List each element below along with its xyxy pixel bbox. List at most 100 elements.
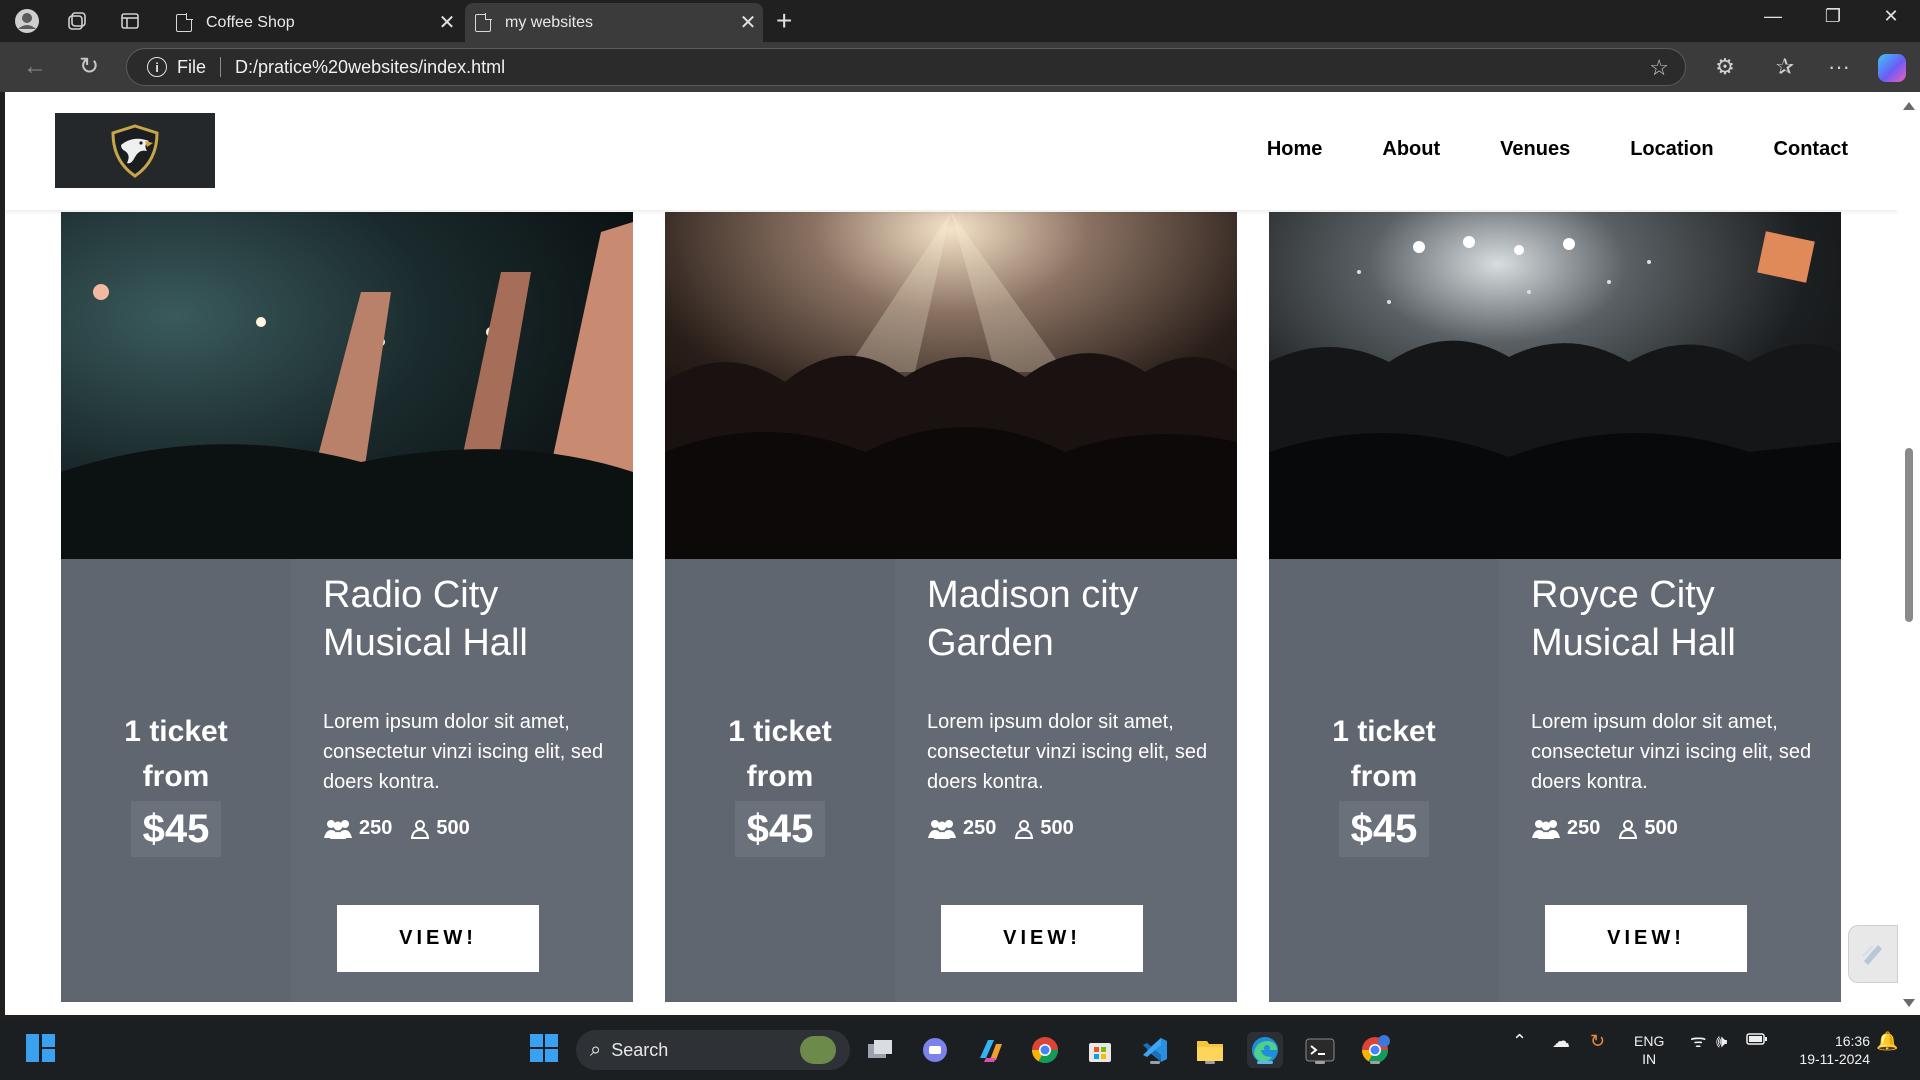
venue-title: Radio City Musical Hall <box>323 571 613 667</box>
close-tab-icon[interactable]: ✕ <box>432 10 462 35</box>
page-viewport: Home About Venues Location Contact 1 tic… <box>5 92 1898 1015</box>
teams-chat-icon[interactable] <box>917 1032 953 1068</box>
restore-icon[interactable]: ❐ <box>1818 6 1848 27</box>
ticket-price: $45 <box>130 801 222 857</box>
url-text[interactable]: D:/pratice%20websites/index.html <box>235 57 505 78</box>
running-indicator <box>1370 1061 1380 1064</box>
sync-icon[interactable]: ↻ <box>1590 1032 1605 1050</box>
venue-title-line1: Madison city <box>927 574 1139 616</box>
tab-my-websites[interactable]: my websites ✕ <box>465 3 763 42</box>
ticket-panel: 1 ticket from $45 <box>1269 559 1499 1002</box>
venue-description: Lorem ipsum dolor sit amet, consectetur … <box>323 711 604 793</box>
scroll-down-arrow-icon[interactable] <box>1903 999 1915 1007</box>
venue-stats: 250 500 <box>927 817 1217 840</box>
more-menu-icon[interactable]: ··· <box>1824 52 1854 82</box>
tab-label: my websites <box>505 13 594 31</box>
battery-icon[interactable] <box>1746 1032 1768 1050</box>
edge-icon[interactable] <box>1247 1032 1283 1068</box>
site-logo[interactable] <box>55 113 215 188</box>
view-button[interactable]: VIEW! <box>941 905 1143 972</box>
extensions-icon[interactable]: ⚙ <box>1710 52 1740 82</box>
wifi-icon[interactable]: ᯤ <box>1690 1032 1706 1050</box>
ticket-line: 1 ticket <box>728 715 832 748</box>
scheme-label: File <box>177 56 207 77</box>
floating-helper-icon[interactable] <box>1848 925 1898 983</box>
nav-contact[interactable]: Contact <box>1774 138 1848 161</box>
new-tab-icon[interactable]: + <box>776 7 792 35</box>
venue-title-line1: Radio City <box>323 574 499 616</box>
refresh-icon[interactable]: ↻ <box>74 54 104 80</box>
file-explorer-icon[interactable] <box>1192 1032 1228 1068</box>
taskbar-search[interactable]: ⌕ Search <box>576 1030 850 1070</box>
group-icon <box>1531 819 1561 839</box>
capacity-person-value: 500 <box>1644 817 1678 839</box>
capacity-group-value: 250 <box>359 817 393 839</box>
chrome-icon[interactable] <box>1027 1032 1063 1068</box>
nav-about[interactable]: About <box>1382 138 1440 161</box>
close-window-icon[interactable]: ✕ <box>1876 6 1906 27</box>
show-hidden-icons-icon[interactable]: ⌃ <box>1512 1032 1527 1050</box>
venue-card: 1 ticket from $45 Madison city Garden Lo… <box>665 212 1237 1002</box>
venue-title: Royce City Musical Hall <box>1531 571 1821 667</box>
language-indicator[interactable]: ENG IN <box>1634 1032 1664 1068</box>
copilot-app-icon[interactable] <box>972 1032 1008 1068</box>
minimize-icon[interactable]: — <box>1758 6 1788 27</box>
concert-photo <box>1269 212 1841 559</box>
page-scrollbar[interactable] <box>1898 92 1920 1015</box>
volume-icon[interactable]: 🕪 <box>1716 1032 1727 1050</box>
view-button[interactable]: VIEW! <box>1545 905 1747 972</box>
browser-tab-bar: Coffee Shop ✕ my websites ✕ + — ❐ ✕ <box>0 0 1920 42</box>
onedrive-icon[interactable]: ☁ <box>1552 1032 1570 1050</box>
favorites-icon[interactable]: ✰ <box>1770 52 1800 82</box>
terminal-icon[interactable] <box>1302 1032 1338 1068</box>
nav-venues[interactable]: Venues <box>1500 138 1570 161</box>
favorite-star-icon[interactable]: ☆ <box>1649 55 1669 81</box>
ticket-price: $45 <box>1338 801 1430 857</box>
nav-location[interactable]: Location <box>1630 138 1713 161</box>
ticket-panel: 1 ticket from $45 <box>665 559 895 1002</box>
person-icon <box>410 819 430 839</box>
nav-home[interactable]: Home <box>1267 138 1323 161</box>
clock-time: 16:36 <box>1834 1033 1870 1049</box>
ticket-line: 1 ticket <box>1332 715 1436 748</box>
tab-label: Coffee Shop <box>206 13 295 31</box>
scroll-thumb[interactable] <box>1905 448 1913 622</box>
region-code: IN <box>1642 1051 1657 1067</box>
venue-title-line2: Musical Hall <box>1531 622 1736 664</box>
tab-actions-icon[interactable] <box>117 8 143 34</box>
windows-start-icon[interactable] <box>530 1034 560 1064</box>
widgets-icon[interactable] <box>26 1034 56 1064</box>
chrome-profile-icon[interactable] <box>1357 1032 1393 1068</box>
view-button[interactable]: VIEW! <box>337 905 539 972</box>
venue-stats: 250 500 <box>323 817 613 840</box>
copilot-icon[interactable] <box>1878 54 1906 82</box>
concert-photo <box>665 212 1237 559</box>
ticket-price: $45 <box>734 801 826 857</box>
profile-icon[interactable] <box>14 8 40 34</box>
running-indicator <box>1150 1061 1160 1064</box>
main-nav: Home About Venues Location Contact <box>1207 138 1848 161</box>
capacity-group-value: 250 <box>1567 817 1601 839</box>
task-view-icon[interactable] <box>862 1032 898 1068</box>
browser-toolbar: ← ↻ i File D:/pratice%20websites/index.h… <box>0 42 1920 92</box>
search-label: Search <box>611 1039 669 1060</box>
ticket-info: 1 ticket from $45 <box>1269 709 1499 857</box>
vscode-icon[interactable] <box>1137 1032 1173 1068</box>
ticket-from: from <box>746 760 814 793</box>
person-icon <box>1014 819 1034 839</box>
workspaces-icon[interactable] <box>64 8 90 34</box>
search-highlight-icon <box>800 1036 836 1064</box>
group-icon <box>323 819 353 839</box>
ticket-info: 1 ticket from $45 <box>61 709 291 857</box>
microsoft-store-icon[interactable] <box>1082 1032 1118 1068</box>
notifications-bell-icon[interactable]: 🔔 <box>1876 1032 1898 1050</box>
tab-coffee-shop[interactable]: Coffee Shop ✕ <box>166 3 462 42</box>
back-icon[interactable]: ← <box>20 54 50 80</box>
person-icon <box>1618 819 1638 839</box>
taskbar-clock[interactable]: 16:36 19-11-2024 <box>1786 1032 1870 1068</box>
close-tab-icon[interactable]: ✕ <box>733 10 763 35</box>
address-bar[interactable]: i File D:/pratice%20websites/index.html … <box>126 48 1686 86</box>
ticket-panel: 1 ticket from $45 <box>61 559 291 1002</box>
scroll-up-arrow-icon[interactable] <box>1903 102 1915 110</box>
info-icon[interactable]: i <box>147 57 167 77</box>
